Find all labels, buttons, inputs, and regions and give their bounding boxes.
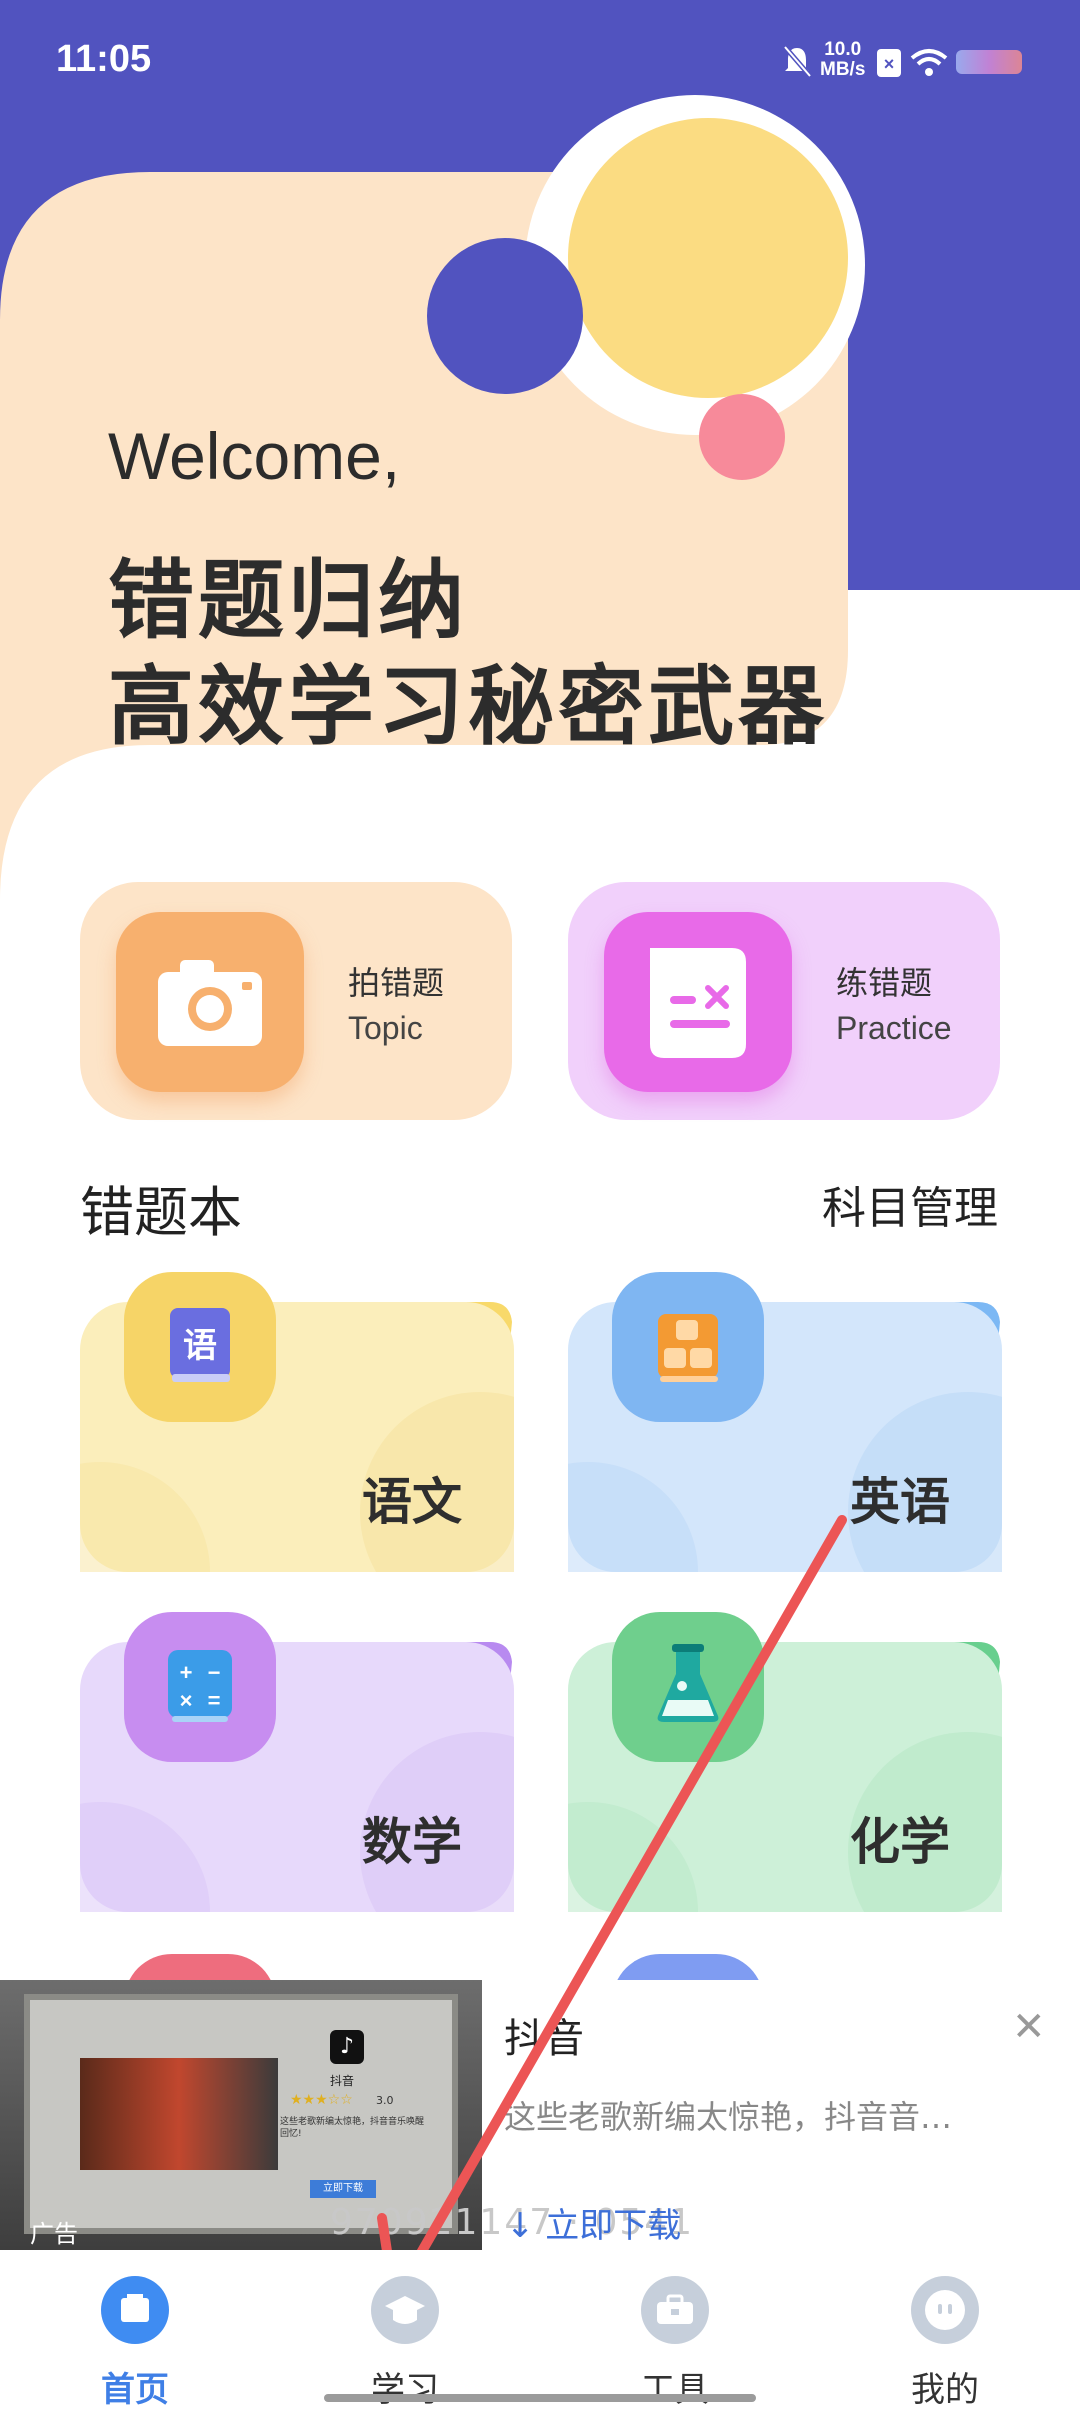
subject-label-english: 英语 — [850, 1473, 950, 1531]
home-icon — [101, 2276, 169, 2344]
subject-folder-english[interactable]: 英语 — [568, 1272, 1002, 1572]
subject-folder-math[interactable]: + − × = 数学 — [80, 1612, 514, 1912]
study-cap-icon — [371, 2276, 439, 2344]
speed-unit: MB/s — [820, 59, 866, 80]
svg-text:+: + — [180, 1660, 193, 1685]
subject-manage-link[interactable]: 科目管理 — [822, 1172, 998, 1236]
bell-muted-icon — [783, 45, 812, 78]
home-indicator[interactable] — [324, 2394, 756, 2402]
wifi-icon — [910, 49, 948, 76]
sim-x-icon: × — [877, 49, 901, 77]
tab-study-label: 学习 — [371, 2370, 439, 2410]
math-calculator-icon: + − × = — [124, 1612, 276, 1762]
subject-folder-chinese[interactable]: 语 语文 — [80, 1272, 514, 1572]
network-speed: 10.0 MB/s — [820, 40, 865, 80]
practice-icon — [604, 912, 792, 1092]
chemistry-flask-icon — [612, 1612, 764, 1762]
svg-text:=: = — [208, 1688, 221, 1713]
section-title: 错题本 — [80, 1181, 242, 1244]
take-photo-title: 拍错题 — [348, 964, 445, 1002]
ad-download-button[interactable]: ↓ 立即下载 — [506, 2198, 681, 2247]
ad-thumb-rating: 3.0 — [376, 2094, 394, 2107]
tab-profile-label: 我的 — [911, 2370, 979, 2410]
english-blocks-icon — [612, 1272, 764, 1422]
battery-icon — [956, 50, 1022, 74]
take-photo-card[interactable]: 拍错题 Topic — [80, 882, 512, 1120]
tab-study[interactable]: 学习 — [270, 2250, 540, 2410]
practice-card[interactable]: 练错题 Practice — [568, 882, 1000, 1120]
tab-tools-label: 工具 — [641, 2370, 709, 2410]
svg-text:−: − — [208, 1660, 221, 1685]
ad-description: 这些老歌新编太惊艳，抖音音… — [504, 2098, 953, 2136]
tab-home-label: 首页 — [101, 2370, 169, 2410]
tab-profile[interactable]: 我的 — [810, 2250, 1080, 2410]
chinese-book-icon: 语 — [124, 1272, 276, 1422]
tiktok-logo-icon: ♪ — [330, 2030, 364, 2064]
camera-icon — [116, 912, 304, 1092]
subject-folder-chemistry[interactable]: 化学 — [568, 1612, 1002, 1912]
ad-thumb-app: 抖音 — [330, 2074, 355, 2088]
tab-home[interactable]: 首页 — [0, 2250, 270, 2410]
svg-text:×: × — [180, 1688, 193, 1713]
status-bar: 11:05 10.0 MB/s × — [0, 0, 1080, 130]
ad-thumb-button: 立即下载 — [310, 2180, 376, 2198]
bottom-tab-bar: 首页 学习 工具 我的 — [0, 2250, 1080, 2410]
profile-icon — [911, 2276, 979, 2344]
status-time: 11:05 — [56, 38, 152, 80]
subject-label-math: 数学 — [362, 1813, 462, 1871]
svg-text:语: 语 — [183, 1326, 217, 1366]
ad-banner[interactable]: ♪ 抖音 ★★★☆☆ 3.0 这些老歌新编太惊艳，抖音音乐唤醒回忆! 立即下载 … — [0, 1980, 1080, 2250]
speed-value: 10.0 — [824, 39, 862, 60]
ad-thumb-stars: ★★★☆☆ — [290, 2092, 353, 2108]
ad-tag: 广告 — [30, 2220, 78, 2248]
ad-close-icon[interactable]: ✕ — [1012, 2004, 1046, 2050]
ad-thumb-image — [80, 2058, 278, 2170]
svg-text:×: × — [884, 54, 895, 74]
ad-app-name: 抖音 — [504, 2016, 584, 2062]
ad-download-label: 立即下载 — [545, 2206, 682, 2246]
take-photo-subtitle: Topic — [348, 1010, 423, 1046]
practice-title: 练错题 — [836, 964, 933, 1002]
welcome-text: Welcome, — [108, 419, 401, 493]
slogan-line-2: 高效学习秘密武器 — [108, 657, 828, 757]
ad-thumb-desc: 这些老歌新编太惊艳，抖音音乐唤醒回忆! — [280, 2117, 425, 2139]
subject-label-chinese: 语文 — [362, 1473, 462, 1531]
subject-label-chemistry: 化学 — [850, 1813, 950, 1871]
tab-tools[interactable]: 工具 — [540, 2250, 810, 2410]
toolbox-icon — [641, 2276, 709, 2344]
decor-yellow-circle — [568, 118, 848, 398]
practice-subtitle: Practice — [836, 1010, 952, 1046]
